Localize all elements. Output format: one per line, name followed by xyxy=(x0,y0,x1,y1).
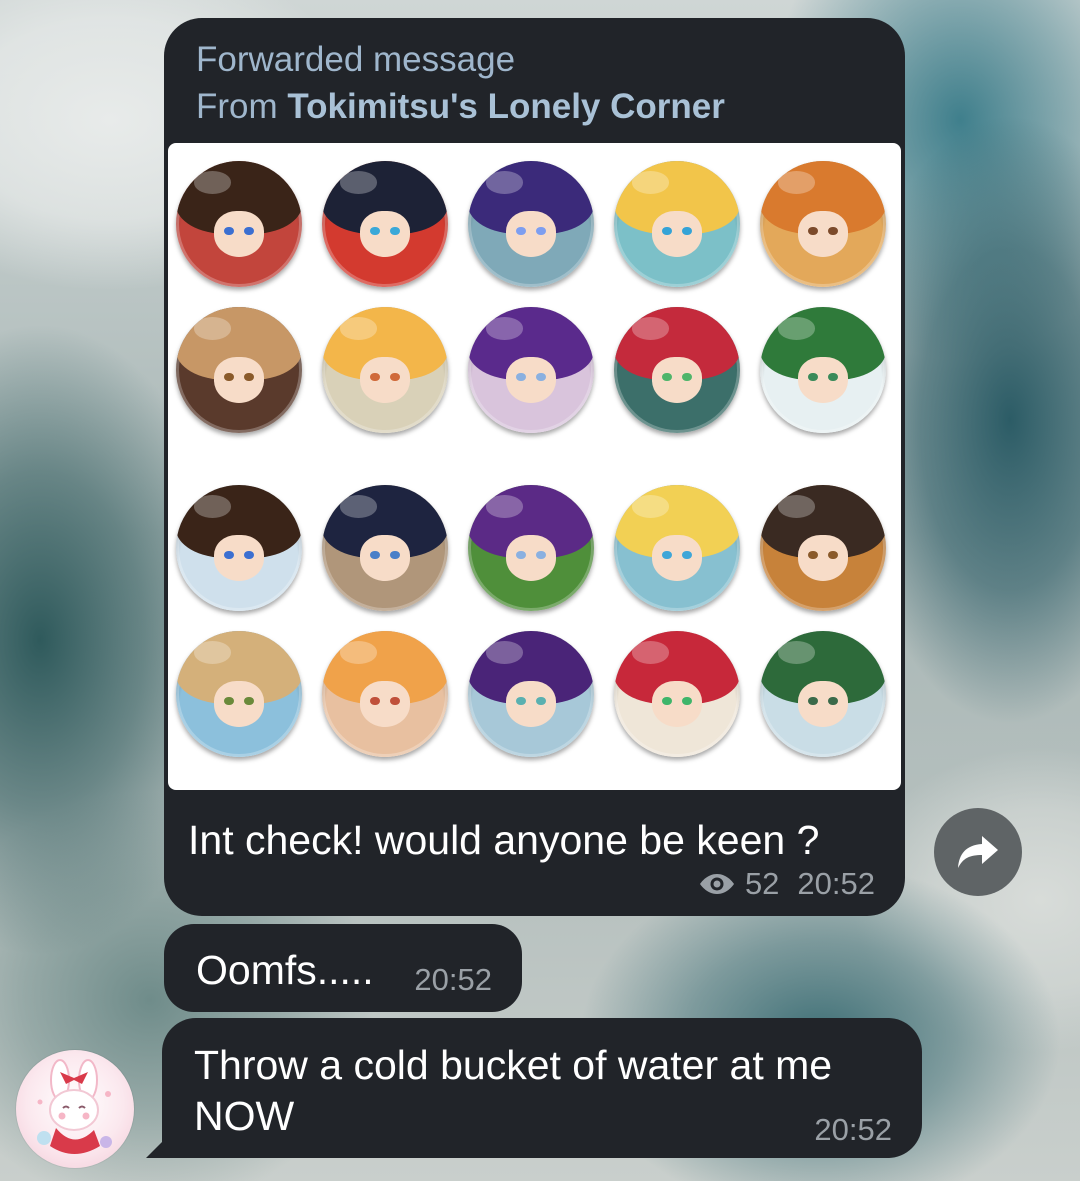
character-badge xyxy=(614,485,740,611)
character-badge xyxy=(760,161,886,287)
bunny-avatar-icon xyxy=(37,1059,112,1154)
forwarded-message-text: Int check! would anyone be keen ? xyxy=(188,817,820,863)
forwarded-header-label: Forwarded message xyxy=(196,40,516,79)
post-photo[interactable] xyxy=(168,143,901,790)
forwarded-channel-name[interactable]: Tokimitsu's Lonely Corner xyxy=(287,87,724,126)
character-badge xyxy=(614,307,740,433)
character-badge xyxy=(614,631,740,757)
share-arrow-icon xyxy=(958,836,998,868)
share-button[interactable] xyxy=(934,808,1022,896)
message-time: 20:52 xyxy=(414,962,492,997)
message-time: 20:52 xyxy=(814,1112,892,1147)
character-badge xyxy=(760,307,886,433)
message-text-line-1: Throw a cold bucket of water at me xyxy=(194,1042,833,1088)
character-badge xyxy=(760,485,886,611)
character-badge xyxy=(468,161,594,287)
character-badge xyxy=(468,307,594,433)
view-count: 52 xyxy=(744,866,780,901)
character-badge xyxy=(322,485,448,611)
character-badge xyxy=(322,631,448,757)
badge-collection-image xyxy=(176,161,898,771)
character-badge xyxy=(468,485,594,611)
message-text: Throw a cold bucket of water at me NOW xyxy=(194,1040,894,1142)
forwarded-message-time: 20:52 xyxy=(797,866,875,901)
message-text: Oomfs..... xyxy=(196,947,374,993)
message-bubble-throw[interactable]: Throw a cold bucket of water at me NOW 2… xyxy=(162,1018,922,1158)
character-badge xyxy=(176,161,302,287)
character-badge xyxy=(614,161,740,287)
eye-icon xyxy=(699,874,734,894)
forwarded-message-meta: 52 20:52 xyxy=(699,866,875,902)
character-badge xyxy=(322,161,448,287)
character-badge xyxy=(176,307,302,433)
sender-avatar[interactable] xyxy=(16,1050,134,1168)
forwarded-from-line[interactable]: From Tokimitsu's Lonely Corner xyxy=(196,86,725,128)
character-badge xyxy=(760,631,886,757)
character-badge xyxy=(176,631,302,757)
forwarded-from-prefix: From xyxy=(196,87,278,126)
message-text-line-2: NOW xyxy=(194,1093,295,1139)
character-badge xyxy=(468,631,594,757)
forwarded-message-bubble[interactable]: Forwarded message From Tokimitsu's Lonel… xyxy=(164,18,905,916)
message-bubble-oomfs[interactable]: Oomfs..... 20:52 xyxy=(164,924,522,1012)
character-badge xyxy=(176,485,302,611)
character-badge xyxy=(322,307,448,433)
